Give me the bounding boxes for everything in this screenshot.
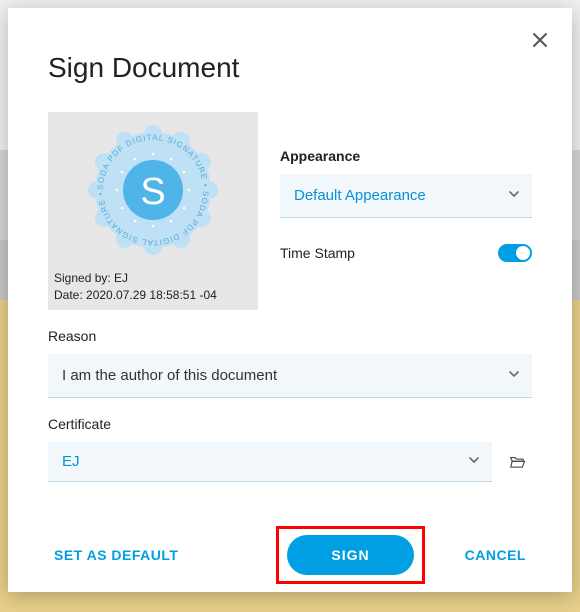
browse-certificate-button[interactable]	[504, 448, 532, 476]
sign-document-dialog: Sign Document	[8, 8, 572, 592]
chevron-down-icon	[468, 453, 480, 471]
cancel-button[interactable]: CANCEL	[459, 539, 532, 571]
sign-button-highlight: SIGN	[276, 526, 424, 584]
dialog-title: Sign Document	[48, 52, 532, 84]
appearance-select[interactable]: Default Appearance	[280, 174, 532, 218]
appearance-label: Appearance	[280, 148, 532, 164]
signature-seal: S SODA PDF DIGITAL SIGNATURE • SODA PDF …	[87, 124, 219, 256]
chevron-down-icon	[508, 187, 520, 205]
toggle-knob	[516, 246, 530, 260]
reason-label: Reason	[48, 328, 532, 344]
certificate-value: EJ	[62, 453, 80, 470]
close-button[interactable]	[526, 26, 554, 54]
signature-preview: S SODA PDF DIGITAL SIGNATURE • SODA PDF …	[48, 112, 258, 310]
signed-by-line: Signed by: EJ	[54, 270, 217, 287]
timestamp-toggle[interactable]	[498, 244, 532, 262]
date-line: Date: 2020.07.29 18:58:51 -04	[54, 287, 217, 304]
close-icon	[532, 32, 548, 48]
certificate-label: Certificate	[48, 416, 532, 432]
reason-value: I am the author of this document	[62, 367, 277, 384]
sign-button[interactable]: SIGN	[287, 535, 413, 575]
reason-select[interactable]: I am the author of this document	[48, 354, 532, 398]
timestamp-label: Time Stamp	[280, 245, 355, 261]
appearance-value: Default Appearance	[294, 187, 426, 204]
chevron-down-icon	[508, 367, 520, 385]
folder-open-icon	[510, 453, 526, 471]
seal-initial: S	[140, 171, 165, 213]
certificate-select[interactable]: EJ	[48, 442, 492, 482]
set-as-default-button[interactable]: SET AS DEFAULT	[48, 539, 184, 571]
